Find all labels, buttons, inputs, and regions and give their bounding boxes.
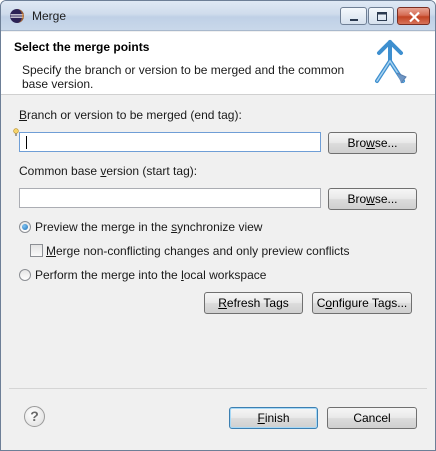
perform-radio-label[interactable]: Perform the merge into the local workspa… (35, 268, 266, 282)
refresh-tags-button[interactable]: Refresh Tags (204, 292, 303, 314)
help-icon[interactable]: ? (24, 406, 45, 427)
text-caret (26, 136, 27, 149)
page-title: Select the merge points (14, 40, 150, 54)
minimize-icon (350, 19, 358, 21)
minimize-button[interactable] (340, 7, 367, 25)
configure-tags-button[interactable]: Configure Tags... (312, 292, 412, 314)
maximize-button[interactable] (368, 7, 394, 25)
page-description: Specify the branch or version to be merg… (22, 63, 345, 91)
base-tag-label: Common base version (start tag): (19, 164, 198, 178)
preview-radio-label[interactable]: Preview the merge in the synchronize vie… (35, 220, 262, 234)
non-conflicting-checkbox[interactable] (30, 244, 43, 257)
end-tag-browse-button[interactable]: Browse... (328, 132, 417, 154)
window-title: Merge (32, 9, 67, 23)
close-button[interactable] (397, 7, 430, 25)
end-tag-input[interactable] (19, 132, 321, 152)
cancel-button[interactable]: Cancel (327, 407, 417, 429)
title-bar[interactable]: Merge (1, 1, 435, 31)
preview-radio[interactable] (19, 221, 31, 233)
maximize-icon (377, 12, 387, 21)
merge-arrows-icon (375, 40, 407, 84)
eclipse-icon (10, 9, 24, 23)
perform-radio[interactable] (19, 269, 31, 281)
non-conflicting-checkbox-label[interactable]: Merge non-conflicting changes and only p… (46, 244, 350, 258)
end-tag-label: Branch or version to be merged (end tag)… (19, 108, 242, 122)
finish-button[interactable]: Finish (229, 407, 318, 429)
base-tag-input[interactable] (19, 188, 321, 208)
footer-separator (9, 388, 427, 389)
merge-dialog: Merge Select the merge points Specify th… (0, 0, 436, 451)
wizard-header: Select the merge points Specify the bran… (1, 32, 435, 95)
close-icon (409, 11, 420, 23)
base-tag-browse-button[interactable]: Browse... (328, 188, 417, 210)
